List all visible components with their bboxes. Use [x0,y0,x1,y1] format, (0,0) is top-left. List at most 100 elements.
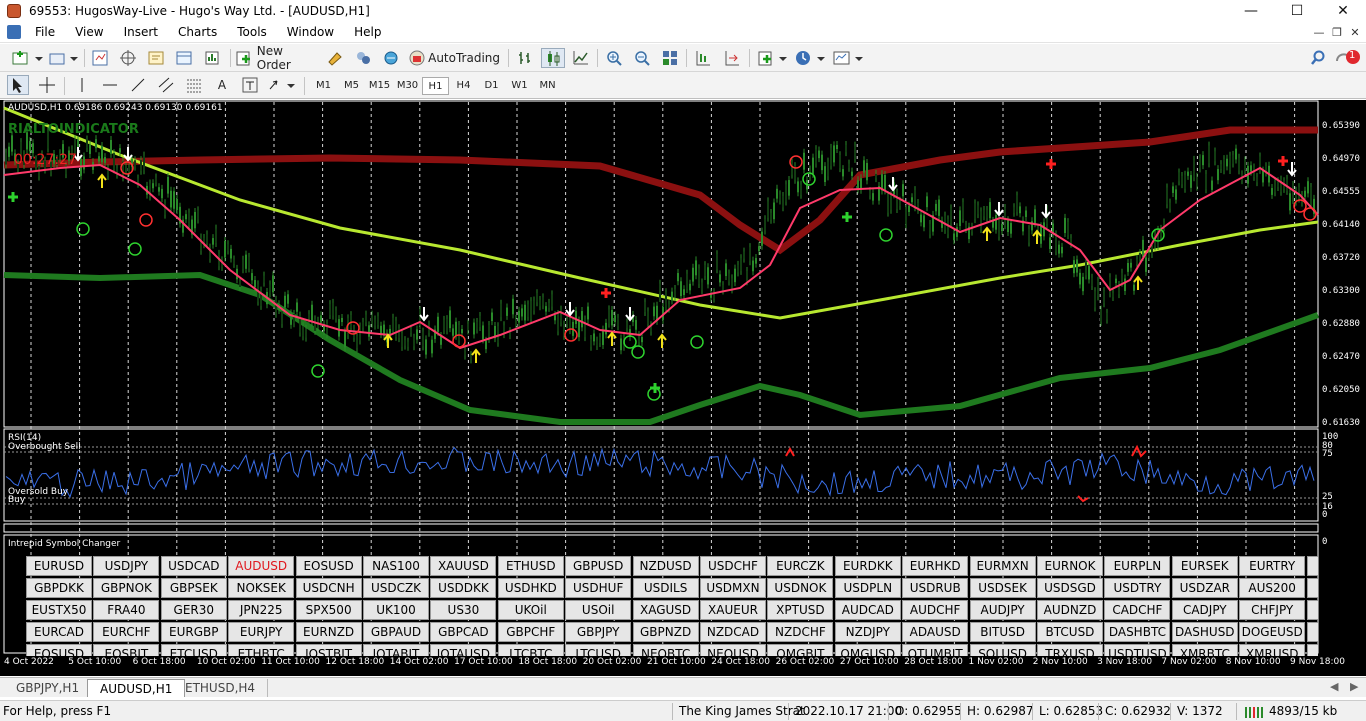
symbol-button[interactable]: EOSUSD [295,556,362,576]
symbol-button[interactable]: LTCBTC [497,644,564,656]
periods-button[interactable] [793,48,829,68]
arrows-tool-icon[interactable] [266,75,298,95]
symbol-button[interactable]: USDHKD [497,578,564,598]
symbol-button[interactable]: E [1306,578,1318,598]
symbol-button[interactable]: NZDCHF [767,622,834,642]
menu-view[interactable]: View [65,22,113,43]
line-chart-icon[interactable] [570,48,592,68]
autoscroll-icon[interactable] [721,48,743,68]
symbol-button[interactable]: USDPLN [834,578,901,598]
new-chart-button[interactable] [8,48,48,68]
chart-window[interactable]: 0.65390 0.64970 0.64555 0.64140 0.63720 0.633… [0,100,1366,676]
tab-ethusd-h4[interactable]: ETHUSD,H4 [173,679,269,697]
symbol-button[interactable]: NZDCAD [700,622,766,642]
symbol-button[interactable]: JPN225 [228,600,295,620]
symbol-button[interactable]: NEOUSD [700,644,766,656]
trendline-icon[interactable] [128,75,148,95]
timeframe-d1[interactable]: D1 [478,77,505,95]
timeframe-mn[interactable]: MN [534,77,561,95]
symbol-button[interactable]: EURGBP [160,622,227,642]
symbol-button[interactable]: USDSGD [1037,578,1103,598]
channel-icon[interactable] [156,75,176,95]
text-label-icon[interactable] [240,75,260,95]
symbol-button[interactable]: USDILS [632,578,699,598]
menu-tools[interactable]: Tools [227,22,277,43]
zoom-out-icon[interactable] [631,48,653,68]
symbol-button[interactable]: IOTAUSD [430,644,497,656]
symbol-button[interactable]: NOKSEK [228,578,295,598]
symbol-button[interactable]: USDJPY [93,556,160,576]
metaeditor-icon[interactable] [325,48,345,68]
symbol-button[interactable]: USDTRY [1104,578,1171,598]
symbol-button[interactable]: EURNOK [1037,556,1103,576]
symbol-button[interactable]: GBPJPY [565,622,632,642]
symbol-button[interactable]: GBPNZD [632,622,699,642]
symbol-button[interactable]: EUSTX50 [26,600,92,620]
notifications-button[interactable]: 1 [1334,48,1362,68]
symbol-button[interactable]: SPX500 [295,600,362,620]
strategy-tester-icon[interactable] [202,48,222,68]
timeframe-m5[interactable]: M5 [338,77,365,95]
mdi-restore-icon[interactable]: ❐ [1330,26,1344,40]
symbol-button[interactable]: NZDUSD [632,556,699,576]
symbol-button[interactable]: EOSUSD [26,644,92,656]
symbol-button[interactable]: UK100 [363,600,429,620]
symbol-button[interactable]: AUDCAD [834,600,901,620]
tabs-scroll-left-icon[interactable]: ◀ [1330,680,1338,693]
symbol-button[interactable]: BITUSD [969,622,1036,642]
symbol-button[interactable]: EURUSD [26,556,92,576]
tab-gbpjpy-h1[interactable]: GBPJPY,H1 [4,679,93,697]
symbol-button[interactable]: USDCHF [700,556,766,576]
symbol-button[interactable]: ETHBTC [228,644,295,656]
symbol-button[interactable]: EURMXN [969,556,1036,576]
menu-window[interactable]: Window [277,22,344,43]
symbol-button[interactable]: EURJPY [228,622,295,642]
symbol-button[interactable]: CHFJPY [1239,600,1306,620]
timeframe-w1[interactable]: W1 [506,77,533,95]
symbol-button[interactable]: UKOil [497,600,564,620]
symbol-button[interactable]: XMRBTC [1171,644,1238,656]
symbol-button[interactable]: XAGUSD [632,600,699,620]
symbol-button[interactable]: USDCAD [160,556,227,576]
symbol-button[interactable]: USDZAR [1171,578,1238,598]
menu-help[interactable]: Help [344,22,391,43]
symbol-button[interactable]: EURCHF [93,622,160,642]
symbol-button[interactable]: USDNOK [767,578,834,598]
symbol-button[interactable]: USDMXN [700,578,766,598]
symbol-button[interactable]: GBPCHF [497,622,564,642]
profiles-button[interactable] [46,48,80,68]
symbol-button[interactable]: AUS200 [1239,578,1306,598]
autotrading-button[interactable]: AutoTrading [408,48,500,68]
indicators-button[interactable] [755,48,791,68]
symbol-button[interactable]: USDTUSD [1104,644,1171,656]
minimize-button[interactable]: — [1228,0,1274,22]
timeframe-m30[interactable]: M30 [394,77,421,95]
symbol-button[interactable]: CADJPY [1171,600,1238,620]
symbol-button[interactable]: USOil [565,600,632,620]
symbol-button[interactable]: USDHUF [565,578,632,598]
symbol-button[interactable]: EOSBIT [93,644,160,656]
symbol-button[interactable]: USDCZK [363,578,429,598]
symbol-button[interactable]: EURCAD [26,622,92,642]
symbol-button[interactable]: AUDCHF [902,600,969,620]
timeframe-m1[interactable]: M1 [310,77,337,95]
symbol-button[interactable]: QTUMBIT [902,644,969,656]
symbol-button[interactable]: USDDKK [430,578,497,598]
symbol-button[interactable]: NZDJPY [834,622,901,642]
symbol-button[interactable]: AUDUSD [228,556,295,576]
search-icon[interactable] [1308,48,1328,68]
menu-insert[interactable]: Insert [114,22,168,43]
symbol-button[interactable]: EURTRY [1239,556,1306,576]
mdi-close-icon[interactable]: ✕ [1348,26,1362,40]
symbol-button[interactable]: IOTABIT [363,644,429,656]
symbol-button[interactable]: EURNZD [295,622,362,642]
symbol-button[interactable]: EURHKD [902,556,969,576]
symbol-button[interactable]: LTCUSD [565,644,632,656]
symbol-button[interactable]: OMGBIT [767,644,834,656]
vertical-line-icon[interactable] [72,75,92,95]
tab-audusd-h1[interactable]: AUDUSD,H1 [87,679,186,697]
market-icon[interactable] [381,48,401,68]
templates-button[interactable] [831,48,867,68]
symbol-button[interactable]: NAS100 [363,556,429,576]
symbol-button[interactable]: GBPDKK [26,578,92,598]
